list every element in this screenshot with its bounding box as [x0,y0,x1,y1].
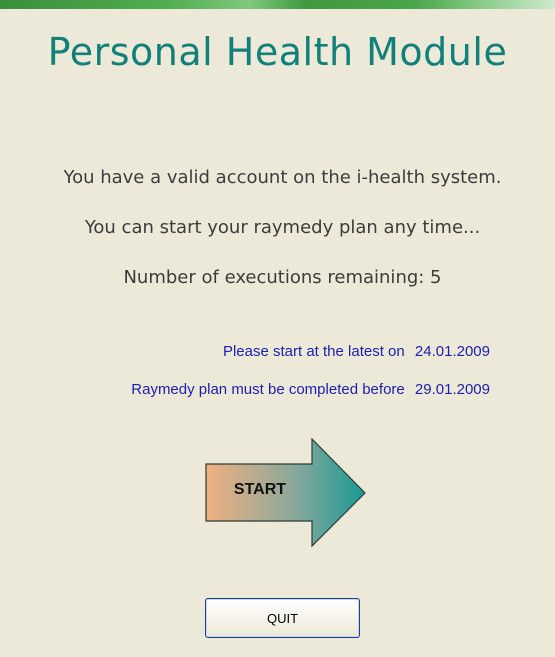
completion-deadline-line: Raymedy plan must be completed before 29… [125,381,490,398]
completion-deadline-date: 29.01.2009 [414,381,490,398]
valid-account-message: You have a valid account on the i-health… [63,167,502,188]
executions-remaining-message: Number of executions remaining: 5 [123,267,442,288]
quit-button[interactable]: QUIT [205,598,360,638]
window-top-bar [0,0,555,9]
start-button[interactable]: START [205,438,367,548]
start-deadline-date: 24.01.2009 [414,343,490,360]
start-deadline-label: Please start at the latest on [222,343,405,360]
completion-deadline-label: Raymedy plan must be completed before [131,381,405,398]
start-any-time-message: You can start your raymedy plan any time… [84,217,481,238]
start-button-label: START [233,481,287,498]
start-deadline-line: Please start at the latest on 24.01.2009 [217,343,490,360]
page-title: Personal Health Module [47,30,508,74]
